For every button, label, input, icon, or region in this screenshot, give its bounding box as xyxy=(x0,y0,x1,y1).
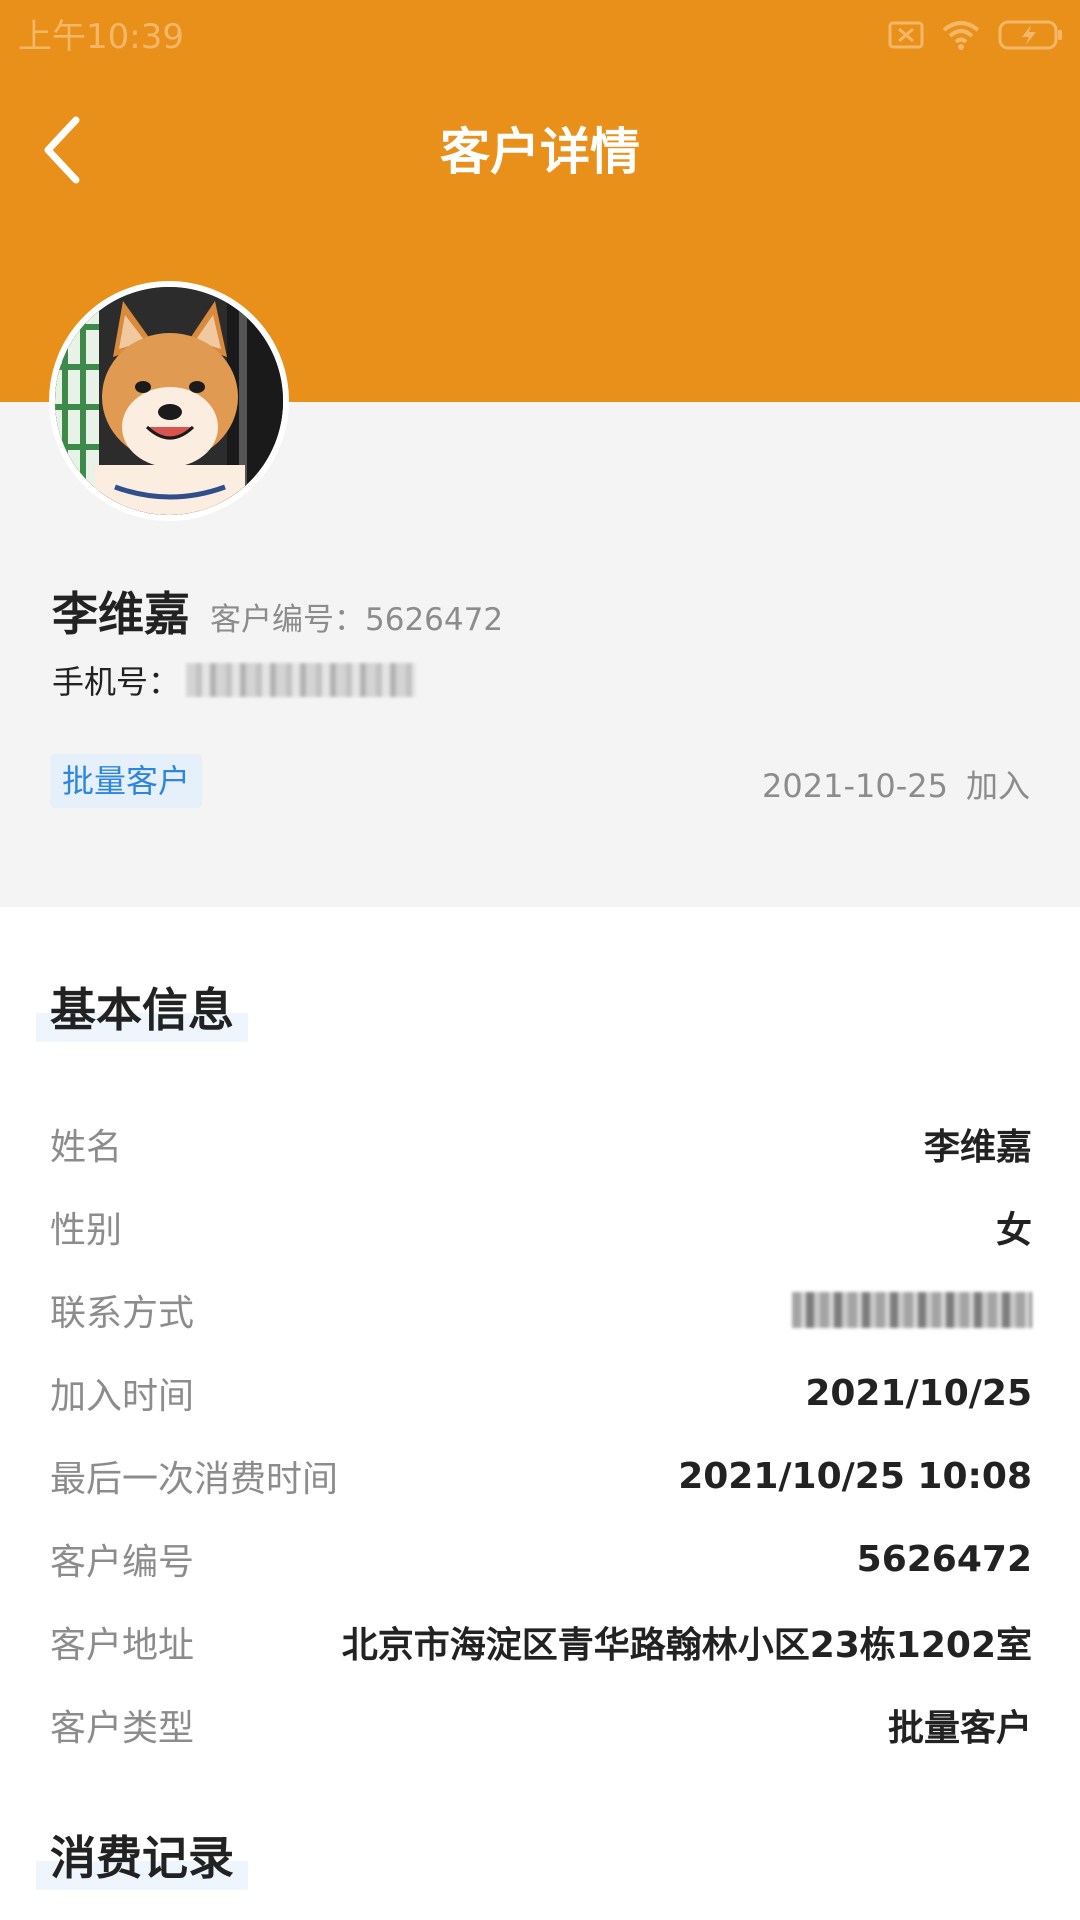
info-label: 客户编号 xyxy=(50,1542,195,1583)
info-value: 女 xyxy=(995,1210,1032,1251)
battery-icon xyxy=(998,20,1064,50)
status-icons xyxy=(888,20,1064,50)
info-label: 姓名 xyxy=(50,1127,123,1168)
info-label: 联系方式 xyxy=(50,1293,195,1334)
info-value: 5626472 xyxy=(856,1538,1032,1580)
navigation-bar: 客户详情 xyxy=(0,80,1080,220)
name-row: 李维嘉 客户编号： 5626472 xyxy=(52,578,503,644)
join-suffix: 加入 xyxy=(965,767,1030,805)
status-time: 上午10:39 xyxy=(18,17,184,57)
info-label: 客户类型 xyxy=(50,1708,195,1749)
wifi-icon xyxy=(942,20,980,50)
info-row-join-time: 加入时间 2021/10/25 xyxy=(50,1363,1032,1423)
phone-label: 手机号： xyxy=(52,663,181,701)
phone-value-blurred xyxy=(186,663,417,697)
info-row-contact: 联系方式 xyxy=(50,1280,1032,1340)
customer-detail-screen: 上午10:39 客户详情 李维嘉 客户编号： 5626472 手机号： 批量客户… xyxy=(0,0,1080,1920)
customer-name: 李维嘉 xyxy=(52,587,190,641)
consumption-records-title: 消费记录 xyxy=(36,1826,248,1890)
info-value: 北京市海淀区青华路翰林小区23栋1202室 xyxy=(341,1625,1032,1666)
info-row-name: 姓名 李维嘉 xyxy=(50,1114,1032,1174)
customer-number-label: 客户编号： xyxy=(210,602,365,638)
info-row-gender: 性别 女 xyxy=(50,1197,1032,1257)
join-date-row: 2021-10-25 加入 xyxy=(762,764,1030,808)
info-value: 2021/10/25 xyxy=(805,1372,1032,1414)
join-date: 2021-10-25 xyxy=(762,767,948,805)
page-title: 客户详情 xyxy=(440,123,640,181)
customer-type-tag: 批量客户 xyxy=(50,754,203,808)
status-bar: 上午10:39 xyxy=(0,0,1080,76)
info-value: 李维嘉 xyxy=(923,1127,1032,1168)
customer-number-value: 5626472 xyxy=(365,602,504,638)
info-label: 最后一次消费时间 xyxy=(50,1459,339,1500)
info-row-customer-number: 客户编号 5626472 xyxy=(50,1529,1032,1589)
info-label: 性别 xyxy=(50,1210,123,1251)
info-row-last-purchase: 最后一次消费时间 2021/10/25 10:08 xyxy=(50,1446,1032,1506)
info-label: 客户地址 xyxy=(50,1625,195,1666)
sim-icon xyxy=(888,21,924,49)
phone-row: 手机号： xyxy=(52,657,417,703)
info-value: 批量客户 xyxy=(887,1708,1032,1749)
info-value: 2021/10/25 10:08 xyxy=(678,1455,1032,1497)
shiba-dog-photo xyxy=(55,287,283,515)
basic-info-title: 基本信息 xyxy=(36,978,248,1042)
info-label: 加入时间 xyxy=(50,1376,195,1417)
info-row-address: 客户地址 北京市海淀区青华路翰林小区23栋1202室 xyxy=(50,1612,1032,1672)
contact-value-blurred xyxy=(792,1292,1032,1328)
avatar[interactable] xyxy=(49,281,289,521)
info-row-customer-type: 客户类型 批量客户 xyxy=(50,1695,1032,1755)
